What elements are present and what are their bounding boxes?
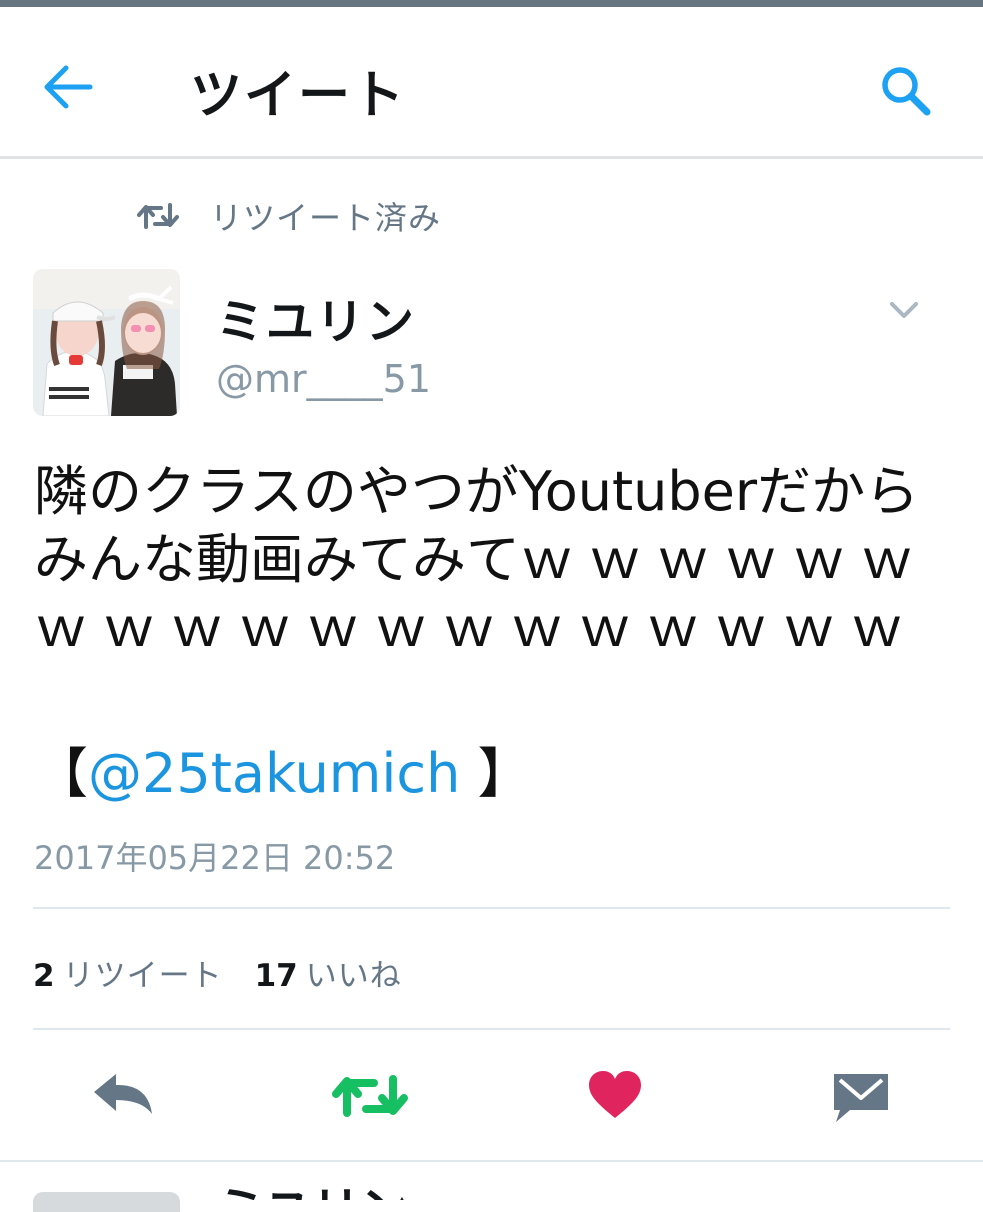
- like-count-label: いいね: [305, 958, 402, 994]
- tweet-text: 隣のクラスのやつがYoutuberだからみんな動画みてみてｗｗｗｗｗｗｗｗｗｗｗ…: [34, 458, 954, 662]
- bracket-close: 】: [477, 742, 532, 805]
- status-bar-strip: [0, 0, 983, 7]
- mention-link[interactable]: @25takumich: [88, 742, 460, 805]
- retweet-icon: [332, 1075, 408, 1117]
- like-button[interactable]: [588, 1070, 642, 1120]
- page-title: ツイート: [190, 66, 407, 126]
- retweet-count-label: リツイート: [62, 958, 223, 994]
- author-name[interactable]: ミユリン: [216, 282, 416, 352]
- tweet-stats: 2 リツイート 17 いいね: [33, 950, 402, 995]
- tweet-options-button[interactable]: [884, 296, 924, 324]
- next-tweet-author-name[interactable]: ミユリン: [216, 1186, 408, 1200]
- back-button[interactable]: [40, 62, 96, 112]
- search-button[interactable]: [878, 63, 934, 119]
- search-icon: [882, 67, 931, 116]
- retweet-count: 2: [33, 958, 55, 994]
- divider: [0, 1160, 983, 1162]
- retweet-count-link[interactable]: 2 リツイート: [33, 958, 223, 994]
- back-arrow-icon: [44, 65, 93, 109]
- tweet-timestamp: 2017年05月22日 20:52: [34, 839, 396, 877]
- divider: [33, 907, 950, 909]
- retweeted-label: リツイート済み: [210, 199, 442, 237]
- tweet-mention-line: 【@25takumich 】: [34, 740, 532, 808]
- retweet-icon: [137, 203, 179, 229]
- author-handle[interactable]: @mr____51: [216, 357, 431, 401]
- avatar-photo: [33, 269, 180, 416]
- direct-message-icon: [834, 1074, 888, 1122]
- divider: [33, 1028, 950, 1030]
- direct-message-button[interactable]: [832, 1072, 890, 1124]
- heart-icon: [589, 1071, 641, 1118]
- like-count: 17: [254, 958, 298, 994]
- like-count-link[interactable]: 17 いいね: [255, 958, 402, 994]
- tweet-text-laugh-1: ｗｗｗｗｗ: [520, 528, 860, 591]
- avatar[interactable]: [33, 269, 180, 416]
- reply-button[interactable]: [92, 1072, 154, 1118]
- retweet-button[interactable]: [332, 1073, 408, 1119]
- reply-icon: [94, 1074, 152, 1114]
- next-tweet-avatar[interactable]: [33, 1192, 180, 1212]
- bracket-open: 【: [34, 742, 88, 805]
- chevron-down-icon: [890, 302, 918, 318]
- top-app-bar: ツイート: [0, 7, 983, 159]
